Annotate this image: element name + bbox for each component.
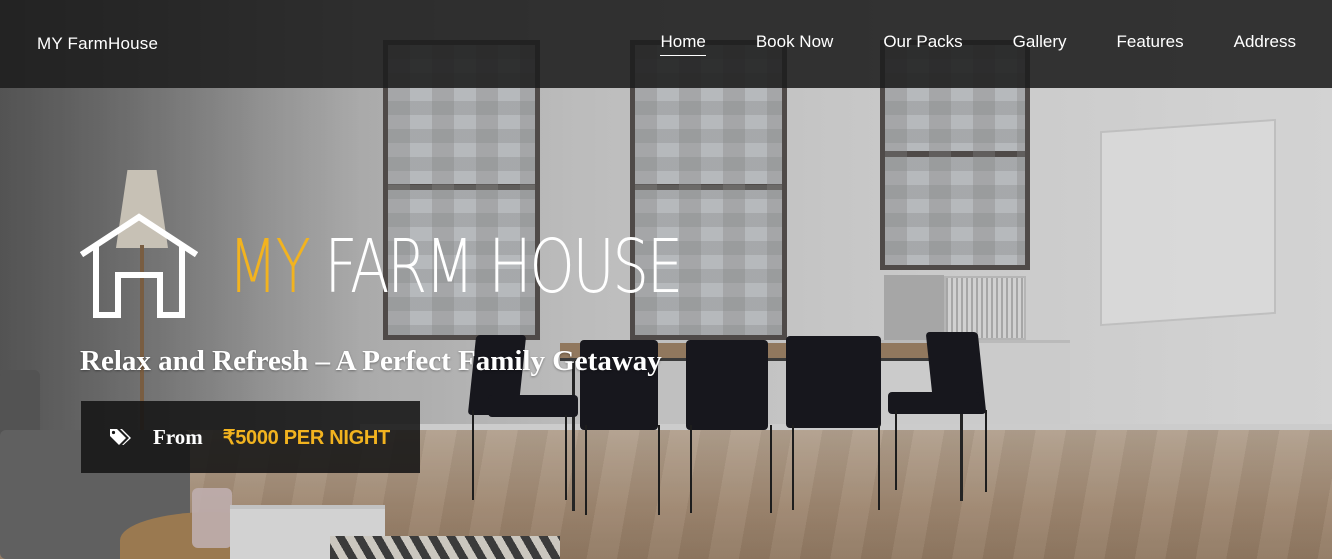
logo-wordmark: MY FARM HOUSE bbox=[228, 230, 683, 304]
logo-my: MY bbox=[228, 224, 311, 310]
price-badge: From ₹5000 PER NIGHT bbox=[81, 401, 420, 473]
price-from-label: From bbox=[153, 424, 203, 449]
nav-item-home[interactable]: Home bbox=[660, 32, 706, 56]
nav-item-book-now[interactable]: Book Now bbox=[756, 32, 833, 56]
top-navbar: MY FarmHouse Home Book Now Our Packs Gal… bbox=[0, 0, 1332, 88]
hero-logo: MY FARM HOUSE bbox=[80, 212, 809, 322]
nav-item-features[interactable]: Features bbox=[1117, 32, 1184, 56]
hero-tagline: Relax and Refresh – A Perfect Family Get… bbox=[80, 345, 662, 377]
nav-item-gallery[interactable]: Gallery bbox=[1013, 32, 1067, 56]
nav-item-address[interactable]: Address bbox=[1234, 32, 1296, 56]
main-nav: Home Book Now Our Packs Gallery Features… bbox=[610, 32, 1296, 56]
price-value: ₹5000 PER NIGHT bbox=[222, 426, 390, 449]
nav-item-our-packs[interactable]: Our Packs bbox=[883, 32, 962, 56]
brand-link[interactable]: MY FarmHouse bbox=[37, 34, 158, 54]
logo-farm-house: FARM HOUSE bbox=[324, 224, 683, 310]
house-outline-icon bbox=[80, 213, 198, 318]
tags-icon bbox=[110, 429, 131, 445]
